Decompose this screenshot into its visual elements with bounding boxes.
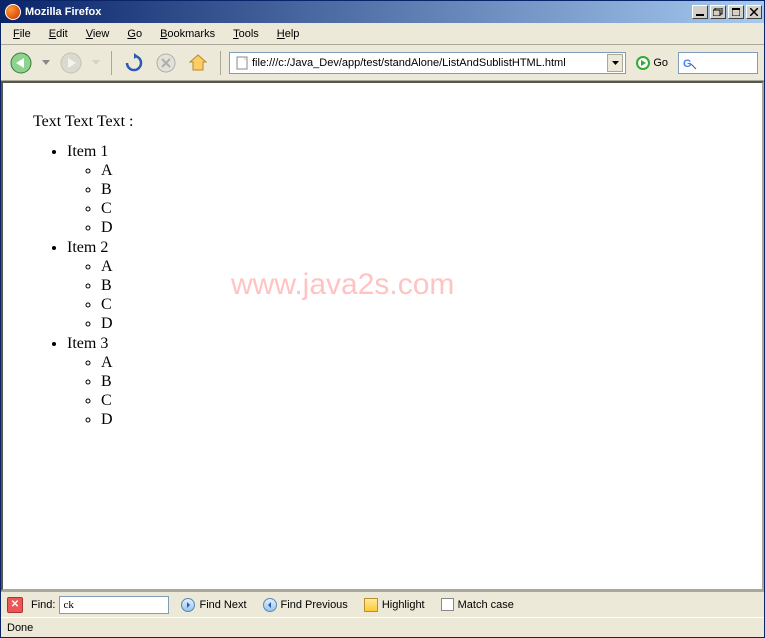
list-item: Item 3ABCD xyxy=(67,335,732,429)
status-text: Done xyxy=(7,622,33,634)
page-body: Text Text Text : Item 1ABCDItem 2ABCDIte… xyxy=(3,83,762,441)
url-input[interactable] xyxy=(252,57,607,69)
find-prev-label: Find Previous xyxy=(281,599,348,611)
minimize-button[interactable] xyxy=(692,5,708,19)
sublist-item: A xyxy=(101,162,732,180)
status-bar: Done xyxy=(1,617,764,637)
reload-button[interactable] xyxy=(120,49,148,77)
window-titlebar: Mozilla Firefox xyxy=(1,1,764,23)
menu-file-rest: ile xyxy=(20,28,31,40)
close-button[interactable] xyxy=(746,5,762,19)
main-list: Item 1ABCDItem 2ABCDItem 3ABCD xyxy=(33,143,732,429)
home-button[interactable] xyxy=(184,49,212,77)
sublist-item: B xyxy=(101,277,732,295)
menu-tools[interactable]: Tools xyxy=(225,26,267,42)
find-prev-button[interactable]: Find Previous xyxy=(259,597,352,613)
svg-text:G: G xyxy=(683,58,692,70)
address-bar[interactable] xyxy=(229,52,626,74)
sublist-item: B xyxy=(101,373,732,391)
sublist-item: B xyxy=(101,181,732,199)
forward-dropdown[interactable] xyxy=(89,49,103,77)
highlight-button[interactable]: Highlight xyxy=(360,597,429,613)
stop-button[interactable] xyxy=(152,49,180,77)
menu-help[interactable]: Help xyxy=(269,26,308,42)
list-item: Item 2ABCD xyxy=(67,239,732,333)
sublist-item: D xyxy=(101,411,732,429)
search-engine-icon: G xyxy=(683,56,697,70)
back-button[interactable] xyxy=(7,49,35,77)
menu-go[interactable]: Go xyxy=(119,26,150,42)
findbar-close-button[interactable]: ✕ xyxy=(7,597,23,613)
back-dropdown[interactable] xyxy=(39,49,53,77)
menu-file[interactable]: File xyxy=(5,26,39,42)
highlight-label: Highlight xyxy=(382,599,425,611)
page-icon xyxy=(235,56,249,70)
find-input[interactable] xyxy=(59,596,169,614)
sublist-item: C xyxy=(101,200,732,218)
maximize-button[interactable] xyxy=(728,5,744,19)
window-controls xyxy=(692,5,762,19)
go-icon xyxy=(636,56,650,70)
browser-viewport[interactable]: Text Text Text : Item 1ABCDItem 2ABCDIte… xyxy=(1,81,764,591)
list-item: Item 1ABCD xyxy=(67,143,732,237)
find-next-label: Find Next xyxy=(199,599,246,611)
sublist-item: C xyxy=(101,392,732,410)
match-case-checkbox[interactable]: Match case xyxy=(437,597,518,612)
menu-bookmarks[interactable]: Bookmarks xyxy=(152,26,223,42)
go-label: Go xyxy=(653,57,668,69)
find-bar: ✕ Find: Find Next Find Previous Highligh… xyxy=(1,591,764,617)
highlight-icon xyxy=(364,598,378,612)
navigation-toolbar: Go G xyxy=(1,45,764,81)
sublist-item: D xyxy=(101,219,732,237)
firefox-icon xyxy=(5,4,21,20)
search-box[interactable]: G xyxy=(678,52,758,74)
toolbar-divider xyxy=(111,51,112,75)
address-dropdown[interactable] xyxy=(607,54,623,72)
find-next-icon xyxy=(181,598,195,612)
match-case-label: Match case xyxy=(458,599,514,611)
intro-text: Text Text Text : xyxy=(33,113,732,131)
checkbox-icon xyxy=(441,598,454,611)
find-next-button[interactable]: Find Next xyxy=(177,597,250,613)
find-label-wrap: Find: xyxy=(31,596,169,614)
toolbar-divider-2 xyxy=(220,51,221,75)
sublist-item: D xyxy=(101,315,732,333)
menu-view[interactable]: View xyxy=(78,26,118,42)
forward-button[interactable] xyxy=(57,49,85,77)
menu-edit[interactable]: Edit xyxy=(41,26,76,42)
menubar: File Edit View Go Bookmarks Tools Help xyxy=(1,23,764,45)
find-prev-icon xyxy=(263,598,277,612)
window-title: Mozilla Firefox xyxy=(25,6,101,18)
restore-button[interactable] xyxy=(710,5,726,19)
sublist-item: C xyxy=(101,296,732,314)
go-button[interactable]: Go xyxy=(630,52,674,74)
sublist-item: A xyxy=(101,258,732,276)
sublist-item: A xyxy=(101,354,732,372)
find-label: Find: xyxy=(31,599,55,611)
